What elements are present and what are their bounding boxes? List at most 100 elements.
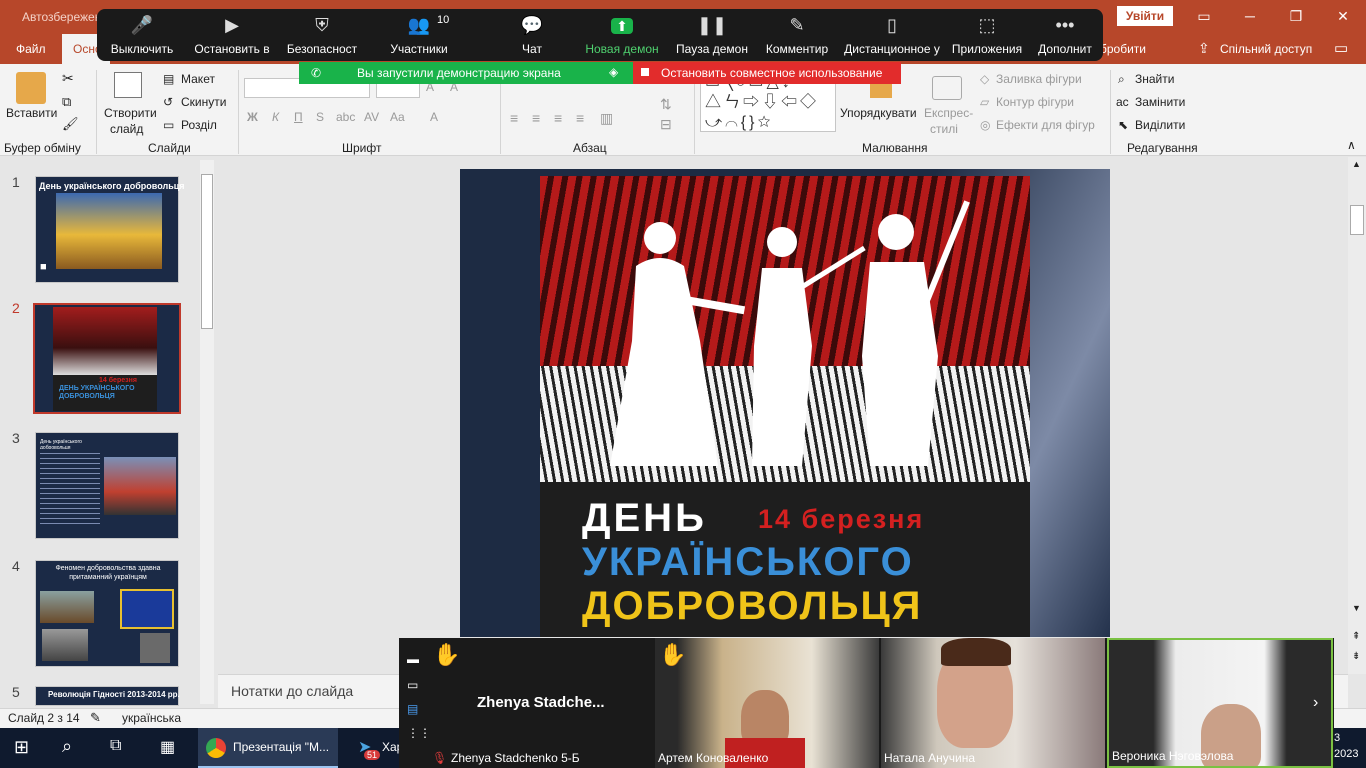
- reset-button[interactable]: Скинути: [181, 95, 226, 109]
- cut-icon[interactable]: ✂: [62, 70, 74, 87]
- thumbnails-scrollbar[interactable]: [200, 160, 214, 704]
- zoom-share-screen-button[interactable]: ⬆ Новая демон: [577, 9, 667, 61]
- participant-tile[interactable]: ✋ Zhenya Stadche... 🎙 Zhenya Stadchenko …: [427, 638, 653, 768]
- new-slide-label-1[interactable]: Створити: [104, 106, 157, 120]
- close-icon[interactable]: ✕: [1320, 0, 1366, 34]
- portrait-photo: [140, 633, 170, 663]
- signin-button[interactable]: Увійти: [1117, 6, 1173, 26]
- taskbar-powerpoint-app[interactable]: Презентація "М...: [198, 728, 338, 768]
- slide-thumbnail-3[interactable]: День українського добровольця: [35, 432, 179, 539]
- zoom-participants-button[interactable]: 👥 Участники 10: [367, 9, 471, 61]
- quick-styles-label-2[interactable]: стилі: [930, 122, 958, 136]
- zoom-mic-button[interactable]: 🎤 Выключить: [97, 9, 187, 61]
- participant-name-large: Zhenya Stadche...: [477, 694, 605, 711]
- quick-styles-label-1[interactable]: Експрес-: [924, 106, 973, 120]
- align-right-icon[interactable]: ≡: [554, 110, 562, 126]
- minimize-icon[interactable]: ─: [1227, 0, 1273, 34]
- select-button[interactable]: Виділити: [1135, 118, 1185, 132]
- justify-icon[interactable]: ≡: [576, 110, 584, 126]
- scroll-up-icon[interactable]: ▲: [1352, 159, 1361, 169]
- slide-thumbnail-5[interactable]: Революція Гідності 2013-2014 рр.: [35, 686, 180, 706]
- language-label[interactable]: українська: [122, 711, 181, 725]
- participant-tile-active[interactable]: Вероника Нэговэлова ›: [1107, 638, 1333, 768]
- raised-hand-icon: ✋: [433, 642, 461, 667]
- single-view-icon[interactable]: ▭: [407, 678, 418, 692]
- participant-name: Натала Анучина: [884, 751, 976, 765]
- strikethrough-icon[interactable]: abc: [336, 110, 355, 124]
- comments-icon[interactable]: ▭: [1334, 39, 1348, 57]
- bold-button[interactable]: Ж: [247, 110, 258, 124]
- replace-button[interactable]: Замінити: [1135, 95, 1185, 109]
- shadow-icon[interactable]: S: [316, 110, 324, 124]
- participant-tile[interactable]: ✋ Артем Коноваленко: [655, 638, 879, 768]
- slide-thumbnail-4[interactable]: Феномен добровольства здавна притаманний…: [35, 560, 179, 667]
- editor-scrollbar[interactable]: ▲ ▼ ⇞ ⇟: [1348, 157, 1366, 674]
- shape-effects-button[interactable]: Ефекти для фігур: [996, 118, 1095, 132]
- paste-icon[interactable]: [16, 72, 46, 104]
- clock-date: 2023: [1334, 748, 1359, 760]
- task-view-icon[interactable]: ⧉: [110, 737, 121, 755]
- copy-icon[interactable]: ⧉: [62, 94, 71, 110]
- align-center-icon[interactable]: ≡: [532, 110, 540, 126]
- minimize-strip-icon[interactable]: ▬: [407, 652, 419, 666]
- section-icon: ▭: [163, 118, 175, 132]
- new-slide-label-2[interactable]: слайд: [110, 122, 143, 136]
- scroll-down-icon[interactable]: ▼: [1352, 603, 1361, 613]
- shape-outline-button[interactable]: Контур фігури: [996, 95, 1074, 109]
- notes-placeholder[interactable]: Нотатки до слайда: [231, 683, 353, 699]
- font-color-icon[interactable]: A: [430, 110, 438, 124]
- share-button[interactable]: Спільний доступ: [1220, 42, 1312, 56]
- share-icon[interactable]: ⇪: [1198, 40, 1210, 57]
- text-direction-icon[interactable]: ⇅: [660, 96, 672, 113]
- participant-tile[interactable]: Натала Анучина: [881, 638, 1105, 768]
- zoom-camera-button[interactable]: ▶ Остановить в: [187, 9, 277, 61]
- zoom-chat-button[interactable]: 💬 Чат: [487, 9, 577, 61]
- new-slide-icon[interactable]: [114, 72, 142, 98]
- search-icon[interactable]: ⌕: [62, 736, 72, 757]
- slides-group-label: Слайди: [148, 141, 191, 155]
- layout-button[interactable]: Макет: [181, 72, 215, 86]
- current-slide[interactable]: ДЕНЬ 14 березня УКРАЇНСЬКОГО ДОБРОВОЛЬЦЯ: [460, 169, 1110, 637]
- tab-file[interactable]: Файл: [16, 42, 46, 56]
- section-button[interactable]: Розділ: [181, 118, 217, 132]
- spellcheck-icon[interactable]: ✎: [90, 710, 101, 726]
- shape-fill-button[interactable]: Заливка фігури: [996, 72, 1082, 86]
- italic-button[interactable]: К: [272, 110, 279, 124]
- prev-slide-icon[interactable]: ⇞: [1352, 631, 1360, 642]
- maximize-icon[interactable]: ❐: [1273, 0, 1319, 34]
- layout-icon: ▤: [163, 72, 175, 86]
- find-button[interactable]: Знайти: [1135, 72, 1174, 86]
- slide-thumbnail-1[interactable]: День українського добровольця ■: [35, 176, 185, 283]
- collapse-ribbon-icon[interactable]: ∧: [1347, 138, 1356, 152]
- stop-share-button[interactable]: Остановить совместное использование: [633, 62, 901, 84]
- tab-redo[interactable]: бробити: [1100, 42, 1146, 56]
- align-text-icon[interactable]: ⊟: [660, 116, 672, 133]
- strip-view-icon[interactable]: ▤: [407, 702, 418, 716]
- change-case-icon[interactable]: Aa: [390, 110, 405, 124]
- zoom-mouse-button[interactable]: ▯ Дистанционное у: [837, 9, 947, 61]
- arrange-button[interactable]: Упорядкувати: [840, 106, 917, 120]
- zoom-pen-button[interactable]: ✎ Комментир: [757, 9, 837, 61]
- editor-scroll-thumb[interactable]: [1350, 205, 1364, 235]
- zoom-pause-button[interactable]: ❚❚ Пауза демон: [667, 9, 757, 61]
- calculator-icon[interactable]: ▦: [160, 737, 175, 757]
- ribbon-display-icon[interactable]: ▭: [1181, 0, 1227, 34]
- zoom-shield-button[interactable]: ⛨ Безопасност: [277, 9, 367, 61]
- underline-button[interactable]: П: [294, 110, 303, 124]
- zoom-apps-button[interactable]: ⬚ Приложения: [947, 9, 1027, 61]
- clipboard-group-label: Буфер обміну: [4, 141, 81, 155]
- slide-thumbnail-2[interactable]: 14 березня ДЕНЬ УКРАЇНСЬКОГО ДОБРОВОЛЬЦЯ: [33, 303, 181, 414]
- paste-button[interactable]: Вставити: [6, 106, 57, 120]
- format-painter-icon[interactable]: 🖌: [62, 116, 79, 132]
- char-spacing-icon[interactable]: AV: [364, 110, 379, 124]
- align-left-icon[interactable]: ≡: [510, 110, 518, 126]
- soldiers-image: [53, 307, 157, 375]
- columns-icon[interactable]: ▥: [600, 110, 613, 127]
- quick-styles-icon[interactable]: [932, 76, 962, 100]
- zoom-more-button[interactable]: ••• Дополнит: [1027, 9, 1103, 61]
- separator: [1110, 70, 1111, 154]
- next-slide-icon[interactable]: ⇟: [1352, 651, 1360, 662]
- next-page-icon[interactable]: ›: [1313, 694, 1318, 712]
- thumbnails-scroll-thumb[interactable]: [201, 174, 213, 329]
- windows-start-icon[interactable]: ⊞: [14, 737, 29, 758]
